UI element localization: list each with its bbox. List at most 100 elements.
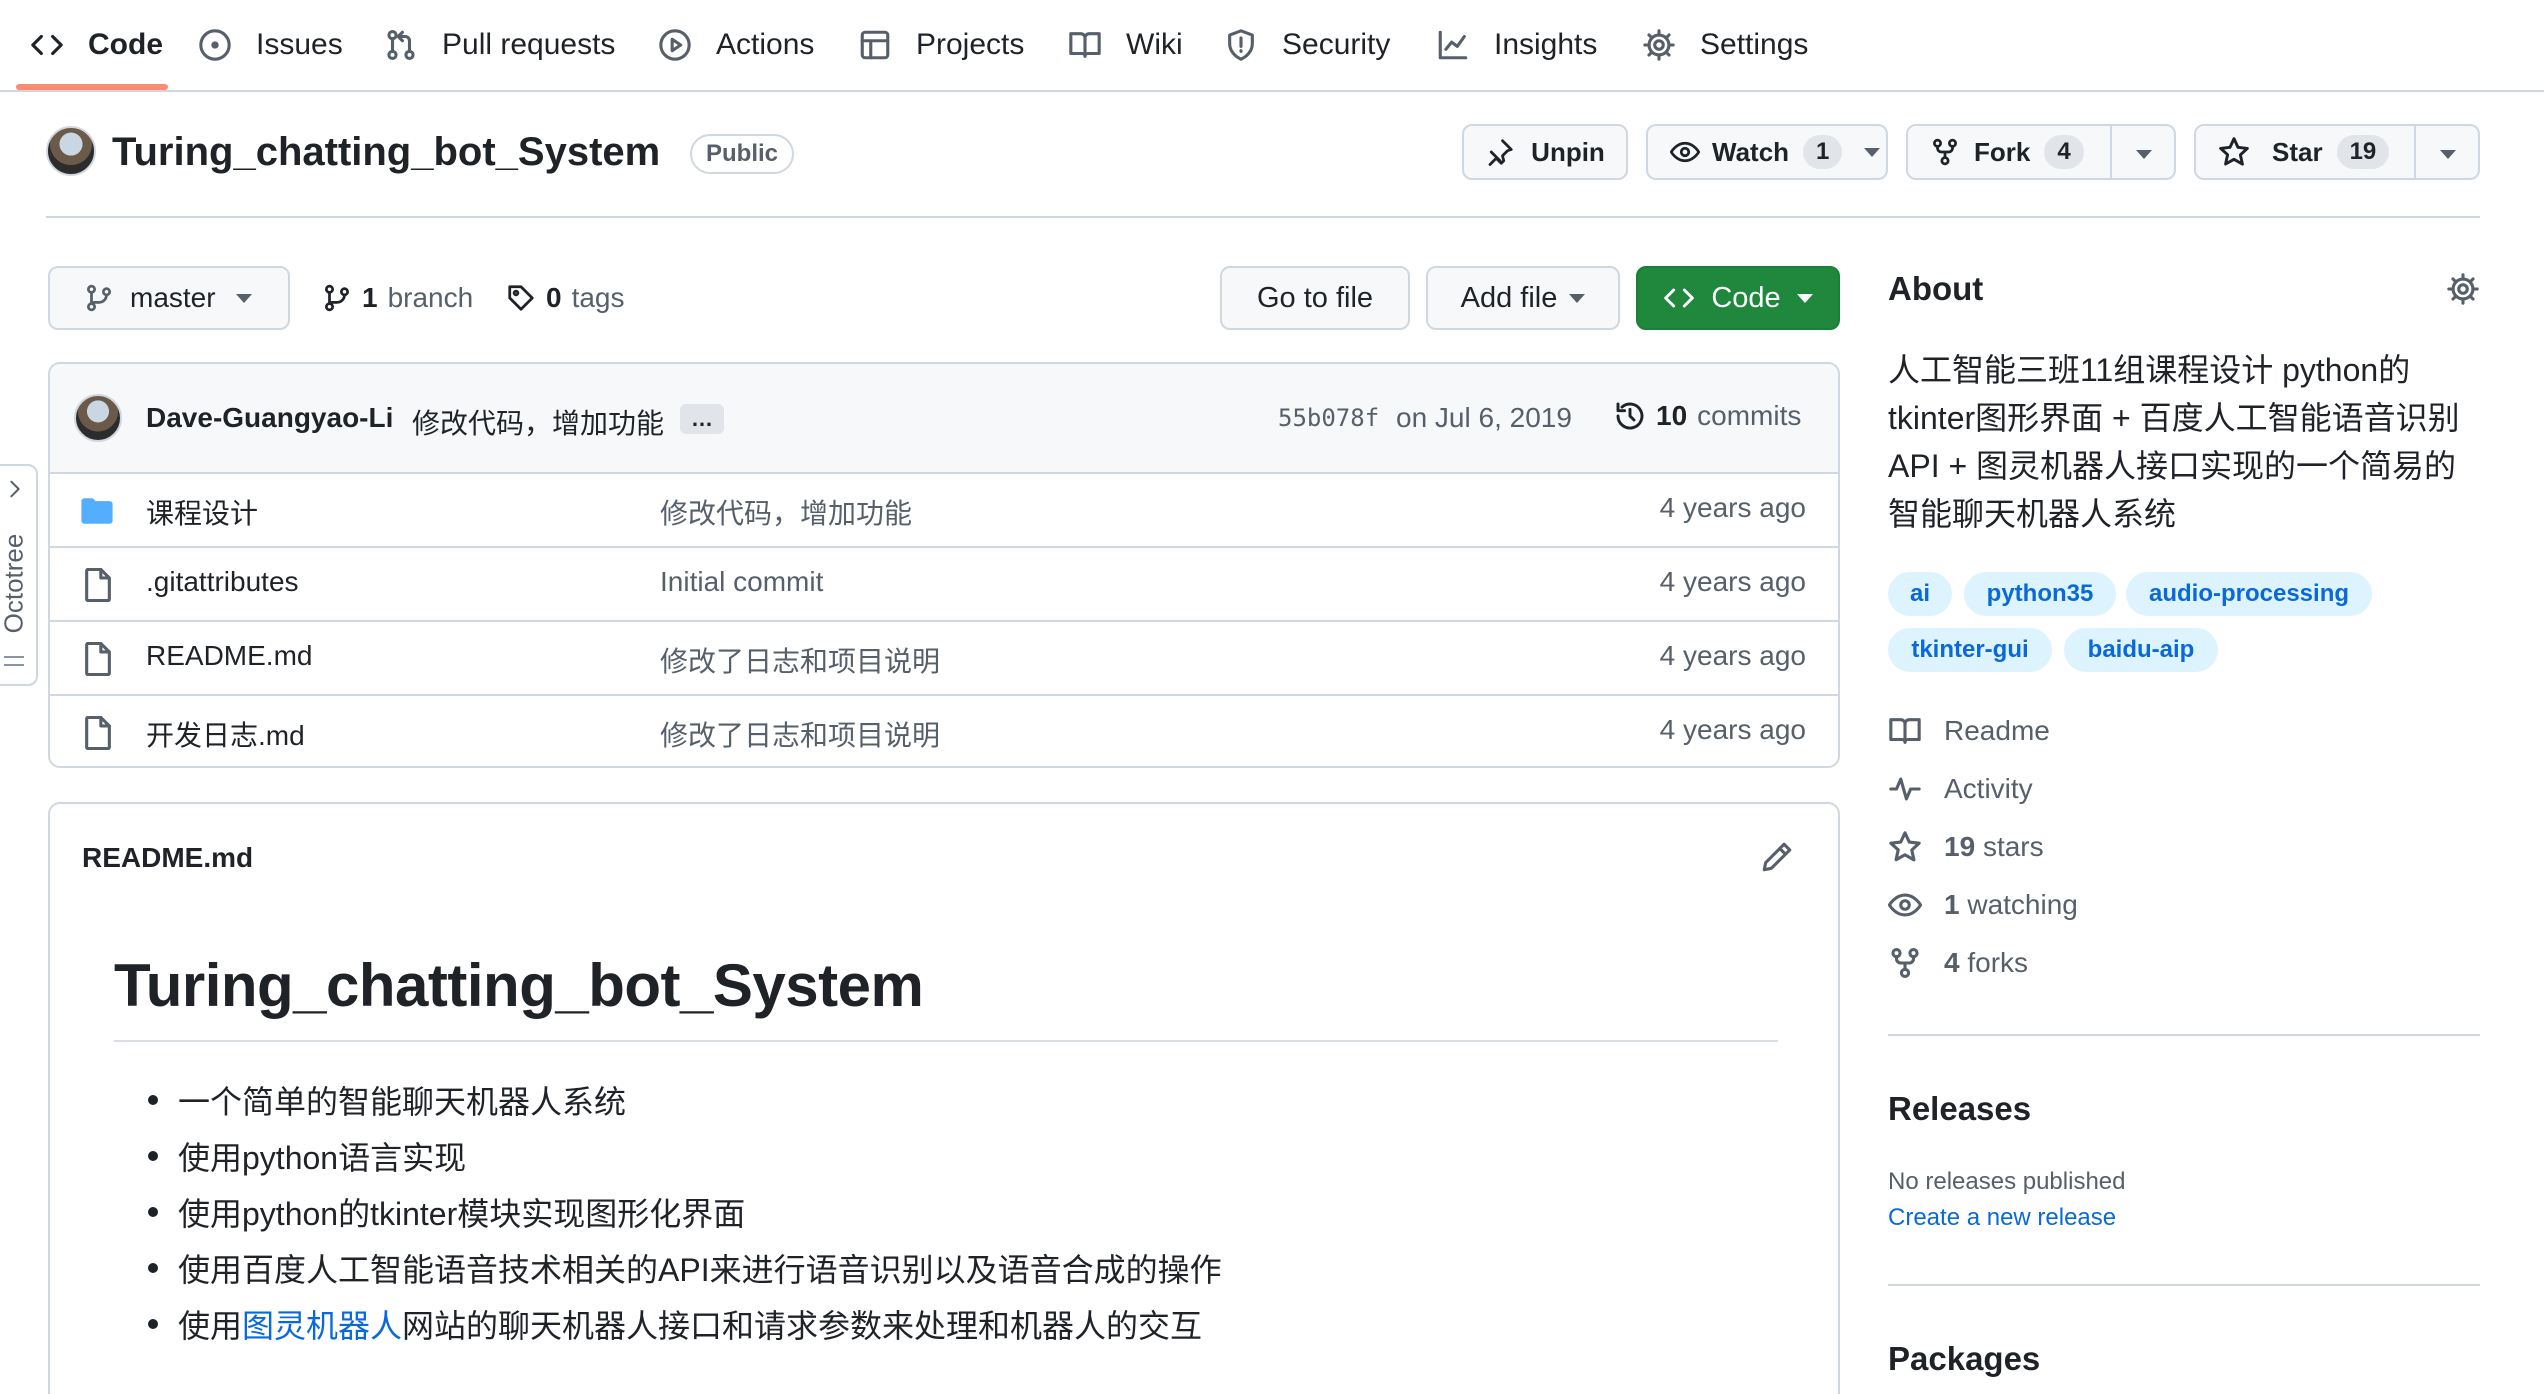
file-name[interactable]: README.md xyxy=(146,640,312,672)
activity-link[interactable]: Activity xyxy=(1888,772,2033,806)
fork-count: 4 xyxy=(2044,135,2084,169)
expand-commit-button[interactable]: … xyxy=(680,404,724,434)
file-row[interactable]: README.md 修改了日志和项目说明 4 years ago xyxy=(50,620,1838,694)
turing-robot-link[interactable]: 图灵机器人 xyxy=(242,1301,402,1347)
grip-line xyxy=(4,656,24,658)
tab-pull-requests-label: Pull requests xyxy=(442,28,616,61)
releases-title[interactable]: Releases xyxy=(1888,1090,2031,1128)
commits-link[interactable]: 10 commits xyxy=(1614,400,1801,432)
commit-sha[interactable]: 55b078f xyxy=(1278,404,1379,432)
star-count: 19 xyxy=(2336,135,2390,169)
commit-message[interactable]: 修改代码，增加功能 xyxy=(412,402,664,442)
code-icon xyxy=(31,34,63,56)
watch-count: 1 xyxy=(1803,135,1843,169)
forks-link[interactable]: 4 forks xyxy=(1888,946,2028,980)
commit-author[interactable]: Dave-Guangyao-Li xyxy=(146,402,393,434)
fork-label: Fork xyxy=(1974,136,2031,167)
book-icon xyxy=(1069,32,1101,58)
tab-settings[interactable]: Settings xyxy=(1642,0,1808,90)
branch-select-button[interactable]: master xyxy=(48,266,290,330)
chevron-down-icon xyxy=(1796,293,1813,303)
add-file-button[interactable]: Add file xyxy=(1426,266,1620,330)
chevron-down-icon xyxy=(235,293,252,303)
readme-link[interactable]: Readme xyxy=(1888,714,2050,748)
history-icon xyxy=(1616,402,1644,430)
tab-settings-label: Settings xyxy=(1700,28,1809,61)
active-tab-indicator xyxy=(16,84,168,90)
file-commit-message[interactable]: Initial commit xyxy=(660,566,823,598)
topic-tag[interactable]: python35 xyxy=(1964,572,2116,616)
readme-bullet-list: 一个简单的智能聊天机器人系统 使用python语言实现 使用python的tki… xyxy=(148,1072,1222,1352)
tab-pull-requests[interactable]: Pull requests xyxy=(384,0,615,90)
stars-count: 19 xyxy=(1944,831,1976,862)
file-name[interactable]: .gitattributes xyxy=(146,566,299,598)
chevron-down-icon[interactable] xyxy=(2136,150,2152,159)
tab-issues[interactable]: Issues xyxy=(198,0,343,90)
gear-icon xyxy=(1643,29,1675,61)
file-age: 4 years ago xyxy=(1659,492,1806,523)
file-navigation-table: Dave-Guangyao-Li 修改代码，增加功能 … 55b078f on … xyxy=(48,362,1840,768)
owner-avatar[interactable] xyxy=(46,126,96,176)
list-item: 使用python语言实现 xyxy=(148,1128,1222,1184)
star-button[interactable]: Star 19 xyxy=(2194,124,2480,180)
repo-name[interactable]: Turing_chatting_bot_System xyxy=(112,128,660,176)
file-age: 4 years ago xyxy=(1659,714,1806,745)
file-row[interactable]: .gitattributes Initial commit 4 years ag… xyxy=(50,546,1838,620)
unpin-button[interactable]: Unpin xyxy=(1462,124,1628,180)
add-file-label: Add file xyxy=(1460,281,1558,314)
create-release-link[interactable]: Create a new release xyxy=(1888,1204,2116,1232)
pencil-icon[interactable] xyxy=(1760,840,1794,874)
chevron-down-icon[interactable] xyxy=(2440,150,2456,159)
file-commit-message[interactable]: 修改了日志和项目说明 xyxy=(660,640,940,680)
branches-link[interactable]: 1 branch xyxy=(322,276,473,320)
topic-tag[interactable]: audio-processing xyxy=(2126,572,2372,616)
repo-description: 人工智能三班11组课程设计 python的tkinter图形界面 + 百度人工智… xyxy=(1888,352,2460,532)
header-divider xyxy=(46,216,2480,218)
topic-tag[interactable]: ai xyxy=(1888,572,1952,616)
forks-count: 4 xyxy=(1944,947,1960,978)
file-row[interactable]: 课程设计 修改代码，增加功能 4 years ago xyxy=(50,472,1838,546)
shield-icon xyxy=(1228,29,1254,61)
fork-button[interactable]: Fork 4 xyxy=(1906,124,2176,180)
tab-projects[interactable]: Projects xyxy=(858,0,1024,90)
file-name[interactable]: 开发日志.md xyxy=(146,714,305,754)
activity-link-label: Activity xyxy=(1944,773,2033,804)
octotree-label: Octotree xyxy=(0,533,29,634)
list-item-text: 使用python语言实现 xyxy=(178,1140,467,1176)
tab-security[interactable]: Security xyxy=(1224,0,1390,90)
commits-word: commits xyxy=(1697,400,1802,431)
tab-security-label: Security xyxy=(1282,28,1391,61)
tab-code[interactable]: Code xyxy=(30,0,163,90)
topic-tag[interactable]: baidu-aip xyxy=(2064,628,2218,672)
forks-word: forks xyxy=(1967,947,2029,978)
tab-wiki[interactable]: Wiki xyxy=(1068,0,1183,90)
readme-filename[interactable]: README.md xyxy=(82,842,253,874)
topic-tag[interactable]: tkinter-gui xyxy=(1888,628,2052,672)
octotree-toggle[interactable]: Octotree xyxy=(0,464,38,686)
file-commit-message[interactable]: 修改代码，增加功能 xyxy=(660,492,912,532)
author-avatar[interactable] xyxy=(74,394,122,442)
tags-link[interactable]: 0 tags xyxy=(506,276,625,320)
grip-line xyxy=(4,664,24,666)
chevron-down-icon xyxy=(1864,147,1881,157)
gear-icon[interactable] xyxy=(2446,272,2480,306)
go-to-file-button[interactable]: Go to file xyxy=(1220,266,1410,330)
tab-insights[interactable]: Insights xyxy=(1436,0,1597,90)
eye-icon xyxy=(1670,141,1700,163)
pulse-icon xyxy=(1889,777,1921,801)
file-age: 4 years ago xyxy=(1659,640,1806,671)
tab-issues-label: Issues xyxy=(256,28,343,61)
watchers-link[interactable]: 1 watching xyxy=(1888,888,2078,922)
file-row[interactable]: 开发日志.md 修改了日志和项目说明 4 years ago xyxy=(50,694,1838,766)
tab-wiki-label: Wiki xyxy=(1126,28,1183,61)
watch-button[interactable]: Watch 1 xyxy=(1646,124,1888,180)
tab-actions[interactable]: Actions xyxy=(658,0,814,90)
code-icon xyxy=(1664,288,1695,308)
tab-insights-label: Insights xyxy=(1494,28,1598,61)
packages-title[interactable]: Packages xyxy=(1888,1340,2040,1378)
stars-link[interactable]: 19 stars xyxy=(1888,830,2044,864)
file-name[interactable]: 课程设计 xyxy=(146,492,258,532)
file-commit-message[interactable]: 修改了日志和项目说明 xyxy=(660,714,940,754)
chevron-right-icon xyxy=(10,480,20,498)
code-dropdown-button[interactable]: Code xyxy=(1636,266,1840,330)
